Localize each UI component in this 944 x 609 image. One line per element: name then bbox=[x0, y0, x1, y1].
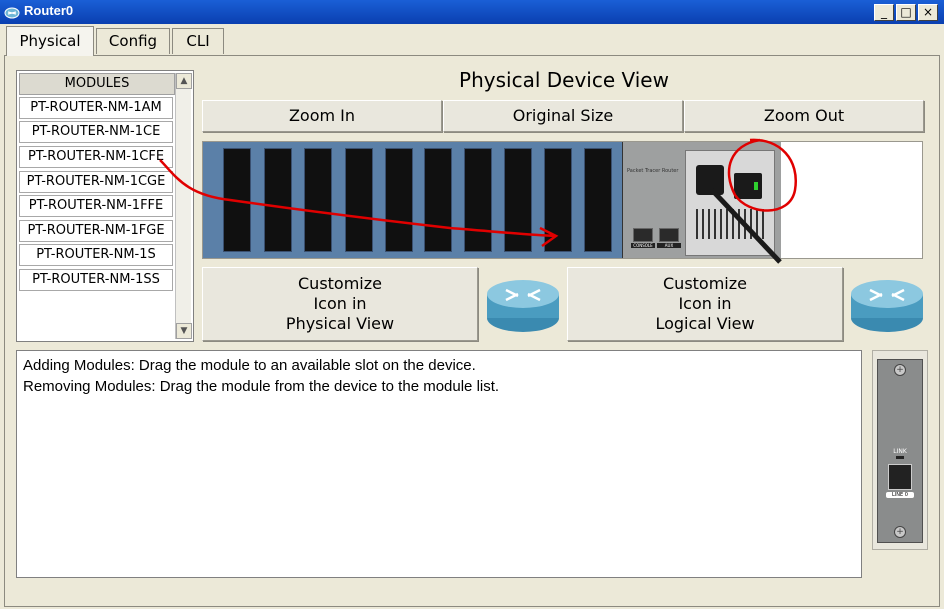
window-title: Router0 bbox=[24, 3, 74, 18]
zoom-out-button[interactable]: Zoom Out bbox=[684, 100, 924, 132]
module-item[interactable]: PT-ROUTER-NM-1FGE bbox=[19, 220, 173, 242]
module-item[interactable]: PT-ROUTER-NM-1AM bbox=[19, 97, 173, 119]
module-slot[interactable] bbox=[385, 148, 413, 252]
aux-port-icon bbox=[659, 228, 679, 242]
help-line-removing: Removing Modules: Drag the module from t… bbox=[23, 378, 500, 395]
scroll-up-icon[interactable]: ▲ bbox=[176, 73, 192, 89]
app-icon bbox=[4, 7, 20, 19]
customize-logical-line3: Logical View bbox=[655, 314, 755, 333]
close-button[interactable]: × bbox=[918, 4, 938, 21]
module-item[interactable]: PT-ROUTER-NM-1S bbox=[19, 244, 173, 266]
tab-config[interactable]: Config bbox=[96, 28, 170, 54]
power-switch[interactable] bbox=[734, 173, 762, 199]
module-slot[interactable] bbox=[584, 148, 612, 252]
module-list: MODULES PT-ROUTER-NM-1AM PT-ROUTER-NM-1C… bbox=[16, 70, 194, 342]
console-port-icon bbox=[633, 228, 653, 242]
power-supply-panel: Packet Tracer Router CONSOLE AUX bbox=[623, 142, 781, 258]
module-list-scrollbar[interactable]: ▲ ▼ bbox=[175, 73, 192, 339]
help-line-adding: Adding Modules: Drag the module to an av… bbox=[23, 357, 476, 374]
title-bar: Router0 _ □ × bbox=[0, 0, 944, 24]
zoom-in-button[interactable]: Zoom In bbox=[202, 100, 442, 132]
router-icon bbox=[487, 280, 559, 332]
power-supply bbox=[685, 150, 775, 256]
module-slot[interactable] bbox=[424, 148, 452, 252]
rj11-port-icon bbox=[888, 464, 912, 490]
aux-port-label: AUX bbox=[657, 243, 681, 248]
module-slot[interactable] bbox=[464, 148, 492, 252]
module-item[interactable]: PT-ROUTER-NM-1CGE bbox=[19, 171, 173, 193]
power-led-icon bbox=[754, 182, 758, 190]
line-port-label: LINE 0 bbox=[886, 492, 914, 498]
router-icon bbox=[851, 280, 923, 332]
maximize-button[interactable]: □ bbox=[896, 4, 916, 21]
customize-logical-line1: Customize bbox=[663, 274, 747, 293]
device-view[interactable]: Packet Tracer Router CONSOLE AUX bbox=[202, 141, 923, 259]
module-card[interactable]: + LINK LINE 0 + bbox=[877, 359, 923, 543]
module-list-header: MODULES bbox=[19, 73, 175, 95]
customize-physical-line3: Physical View bbox=[285, 314, 395, 333]
original-size-button[interactable]: Original Size bbox=[443, 100, 683, 132]
router-chassis bbox=[203, 142, 623, 258]
module-slot[interactable] bbox=[223, 148, 251, 252]
help-text-area: Adding Modules: Drag the module to an av… bbox=[16, 350, 862, 578]
console-port-label: CONSOLE bbox=[631, 243, 655, 248]
device-label: Packet Tracer Router bbox=[627, 168, 679, 174]
module-slot[interactable] bbox=[544, 148, 572, 252]
tab-physical[interactable]: Physical bbox=[6, 26, 94, 56]
minimize-button[interactable]: _ bbox=[874, 4, 894, 21]
module-item[interactable]: PT-ROUTER-NM-1FFE bbox=[19, 195, 173, 217]
module-item[interactable]: PT-ROUTER-NM-1CE bbox=[19, 121, 173, 143]
customize-physical-line2: Icon in bbox=[313, 294, 367, 313]
vent-grille-icon bbox=[696, 209, 766, 239]
tab-cli[interactable]: CLI bbox=[172, 28, 224, 54]
customize-icon-physical-view-button[interactable]: Customize Icon in Physical View bbox=[202, 267, 478, 341]
power-socket-icon bbox=[696, 165, 724, 195]
customize-logical-line2: Icon in bbox=[678, 294, 732, 313]
customize-icon-logical-view-button[interactable]: Customize Icon in Logical View bbox=[567, 267, 843, 341]
link-led-icon bbox=[896, 456, 904, 459]
module-item[interactable]: PT-ROUTER-NM-1SS bbox=[19, 269, 173, 291]
module-slot[interactable] bbox=[304, 148, 332, 252]
module-item[interactable]: PT-ROUTER-NM-1CFE bbox=[19, 146, 173, 168]
module-slot[interactable] bbox=[264, 148, 292, 252]
customize-physical-line1: Customize bbox=[298, 274, 382, 293]
module-preview[interactable]: + LINK LINE 0 + bbox=[872, 350, 928, 550]
module-slot[interactable] bbox=[504, 148, 532, 252]
scroll-down-icon[interactable]: ▼ bbox=[176, 323, 192, 339]
link-label: LINK bbox=[893, 448, 907, 455]
module-slot[interactable] bbox=[345, 148, 373, 252]
screw-icon: + bbox=[894, 364, 906, 376]
screw-icon: + bbox=[894, 526, 906, 538]
physical-device-view-title: Physical Device View bbox=[459, 68, 669, 92]
